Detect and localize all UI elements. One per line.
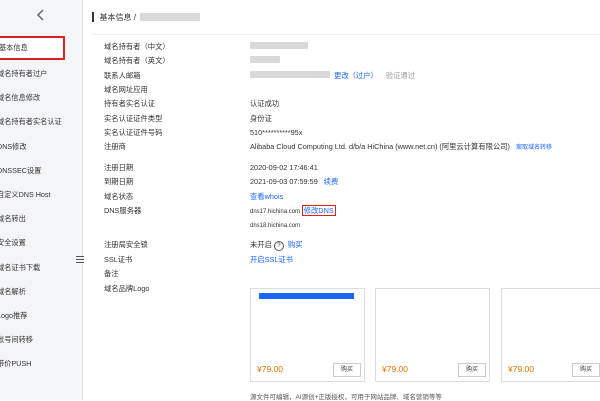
sidebar-item-owner-transfer[interactable]: 域名持有者过户: [0, 62, 82, 86]
label-dns: DNS服务器: [104, 206, 142, 215]
logo-card[interactable]: ¥79.00 购买: [501, 288, 600, 382]
label-id-type: 实名认证证件类型: [104, 114, 163, 123]
logo-card[interactable]: ¥79.00 购买: [375, 288, 490, 382]
value-realname: 认证成功: [250, 99, 280, 108]
renew-link[interactable]: 续费: [324, 177, 339, 186]
value-dns1: dns17.hichina.com 修改DNS: [250, 205, 336, 216]
logo-buy-button[interactable]: 购买: [572, 363, 600, 377]
logo-buy-button[interactable]: 购买: [458, 363, 486, 377]
reg-lock-status: 未开启: [250, 240, 272, 249]
ssl-enable-link[interactable]: 开启SSL证书: [250, 255, 293, 264]
back-button[interactable]: [0, 0, 82, 30]
logo-price: ¥79.00: [382, 364, 408, 374]
exp-date-text: 2021-09-03 07:59:59: [250, 177, 318, 186]
label-registrar: 注册商: [104, 142, 126, 151]
label-owner-cn: 域名持有者（中文）: [104, 42, 170, 51]
registrar-transfer-link[interactable]: 案取域名转移: [516, 145, 552, 151]
logo-price: ¥79.00: [257, 364, 283, 374]
label-id-number: 实名认证证件号码: [104, 128, 163, 137]
logo-card[interactable]: ¥79.00 购买: [250, 288, 365, 382]
sidebar-item-security[interactable]: 安全设置: [0, 231, 82, 255]
sidebar-item-info-modify[interactable]: 域名信息修改: [0, 86, 82, 110]
label-reg-date: 注册日期: [104, 163, 134, 172]
label-reg-lock: 注册局安全锁: [104, 240, 148, 249]
label-website-app: 域名网址应用: [104, 85, 148, 94]
blurred-email: [250, 71, 330, 78]
sidebar-item-basic-info[interactable]: 基本信息: [0, 36, 65, 60]
value-reg-date: 2020-09-02 17:46:41: [250, 163, 318, 172]
value-email: 更改（过户） 验证通过: [250, 71, 415, 81]
sidebar: 基本信息 域名持有者过户 域名信息修改 域名持有者实名认证 DNS修改 DNSS…: [0, 0, 83, 400]
sidebar-item-dns-resolve[interactable]: 域名解析: [0, 280, 82, 304]
modify-dns-button[interactable]: 修改DNS: [301, 205, 336, 216]
email-verified-status: 验证通过: [385, 71, 416, 80]
value-exp-date: 2021-09-03 07:59:59 续费: [250, 177, 338, 187]
page-title: 基本信息 /: [99, 12, 136, 22]
sidebar-item-price-push[interactable]: 带价PUSH: [0, 352, 82, 376]
logo-preview: [259, 293, 354, 299]
value-id-number: 510**********95x: [250, 128, 303, 137]
sidebar-item-dnssec[interactable]: DNSSEC设置: [0, 159, 82, 183]
email-change-link[interactable]: 更改（过户）: [334, 71, 378, 80]
logo-price: ¥79.00: [508, 364, 534, 374]
value-registrar: Alibaba Cloud Computing Ltd. d/b/a HiChi…: [250, 142, 552, 152]
sidebar-item-transfer-out[interactable]: 域名转出: [0, 207, 82, 231]
sidebar-item-cert-download[interactable]: 域名证书下载: [0, 256, 82, 280]
value-status: 查看whois: [250, 192, 283, 202]
value-reg-lock: 未开启 ? 购买: [250, 240, 303, 251]
sidebar-item-logo[interactable]: Logo推荐: [0, 304, 82, 328]
sidebar-item-dns-modify[interactable]: DNS修改: [0, 135, 82, 159]
value-owner-cn: [250, 42, 308, 51]
reg-lock-buy-link[interactable]: 购买: [288, 240, 303, 249]
breadcrumb: 基本信息 /: [92, 0, 600, 35]
label-remark: 备注: [104, 269, 119, 278]
title-marker: [92, 12, 94, 22]
value-id-type: 身份证: [250, 114, 272, 123]
logo-cards: ¥79.00 购买 ¥79.00 购买 ¥79.00 购买: [250, 288, 600, 383]
label-ssl: SSL证书: [104, 255, 133, 264]
dns-server-2: dns18.hichina.com: [250, 223, 301, 229]
sidebar-item-custom-dns-host[interactable]: 自定义DNS Host: [0, 183, 82, 207]
blurred-domain: [139, 13, 200, 21]
label-realname: 持有者实名认证: [104, 99, 156, 108]
logo-buy-button[interactable]: 购买: [333, 363, 361, 377]
label-exp-date: 到期日期: [104, 177, 134, 186]
value-owner-en: [250, 56, 280, 65]
label-email: 联系人邮箱: [104, 71, 141, 80]
sidebar-item-realname[interactable]: 域名持有者实名认证: [0, 110, 82, 134]
sidebar-item-account-transfer[interactable]: 账号间转移: [0, 328, 82, 352]
chevron-left-icon: [36, 9, 44, 21]
dns-server-1: dns17.hichina.com: [250, 209, 301, 215]
label-owner-en: 域名持有者（英文）: [104, 56, 170, 65]
registrar-text: Alibaba Cloud Computing Ltd. d/b/a HiChi…: [250, 142, 510, 151]
label-logo: 域名品牌Logo: [104, 284, 150, 293]
label-status: 域名状态: [104, 192, 134, 201]
whois-link[interactable]: 查看whois: [250, 192, 283, 201]
help-icon[interactable]: ?: [273, 241, 284, 251]
value-ssl: 开启SSL证书: [250, 255, 293, 265]
collapse-menu-icon[interactable]: [76, 254, 86, 264]
